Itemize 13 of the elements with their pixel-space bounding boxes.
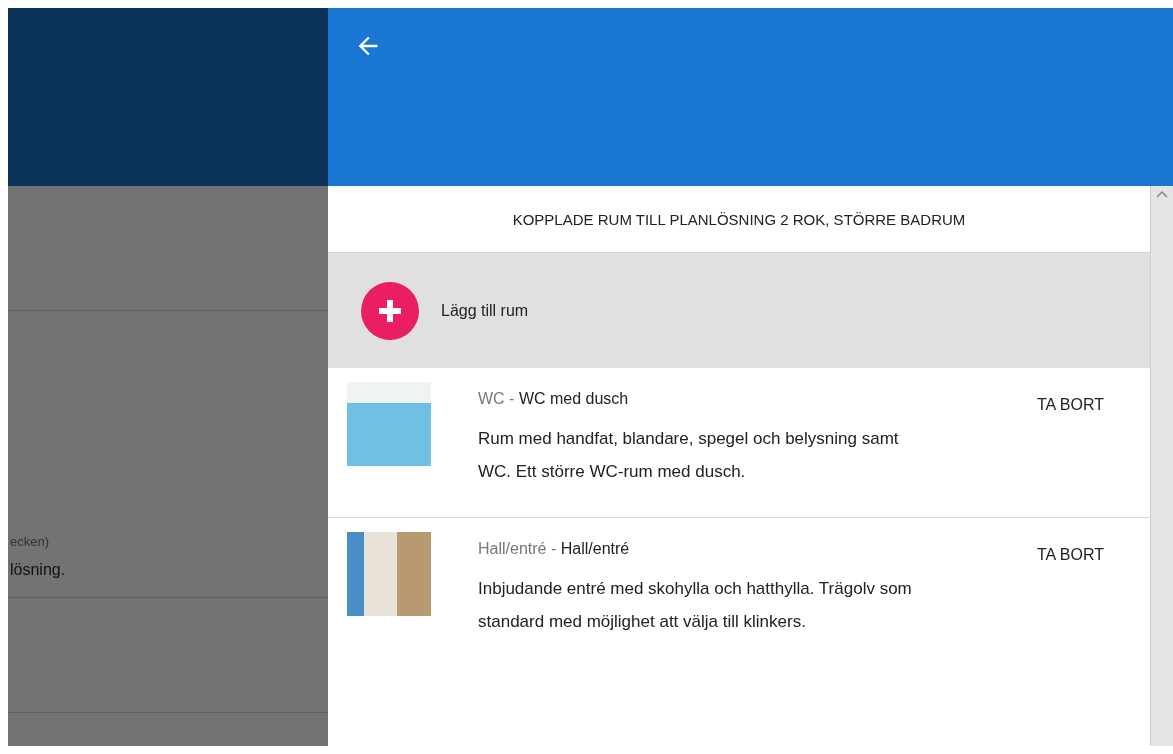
- scroll-up-icon: [1156, 190, 1168, 198]
- plus-icon: [379, 299, 401, 322]
- room-heading: WC - WC med dusch: [478, 390, 630, 408]
- room-heading: Hall/entré - Hall/entré: [478, 540, 631, 558]
- remove-button[interactable]: TA BORT: [1031, 542, 1110, 568]
- room-description: Inbjudande entré med skohylla och hatthylla. Trägolv som standard med möjlighet att välja till klinkers.: [478, 578, 913, 633]
- scrollbar[interactable]: [1150, 186, 1173, 746]
- remove-button[interactable]: TA BORT: [1031, 392, 1110, 418]
- field-text: lösning.: [9, 561, 67, 579]
- add-button[interactable]: [361, 281, 419, 340]
- room-description: Rum med handfat, blandare, spegel och belysning samt WC. Ett större WC-rum med dusch.: [478, 428, 900, 483]
- add-room-label: Lägg till rum: [441, 301, 529, 320]
- field-hint: ecken): [9, 534, 51, 549]
